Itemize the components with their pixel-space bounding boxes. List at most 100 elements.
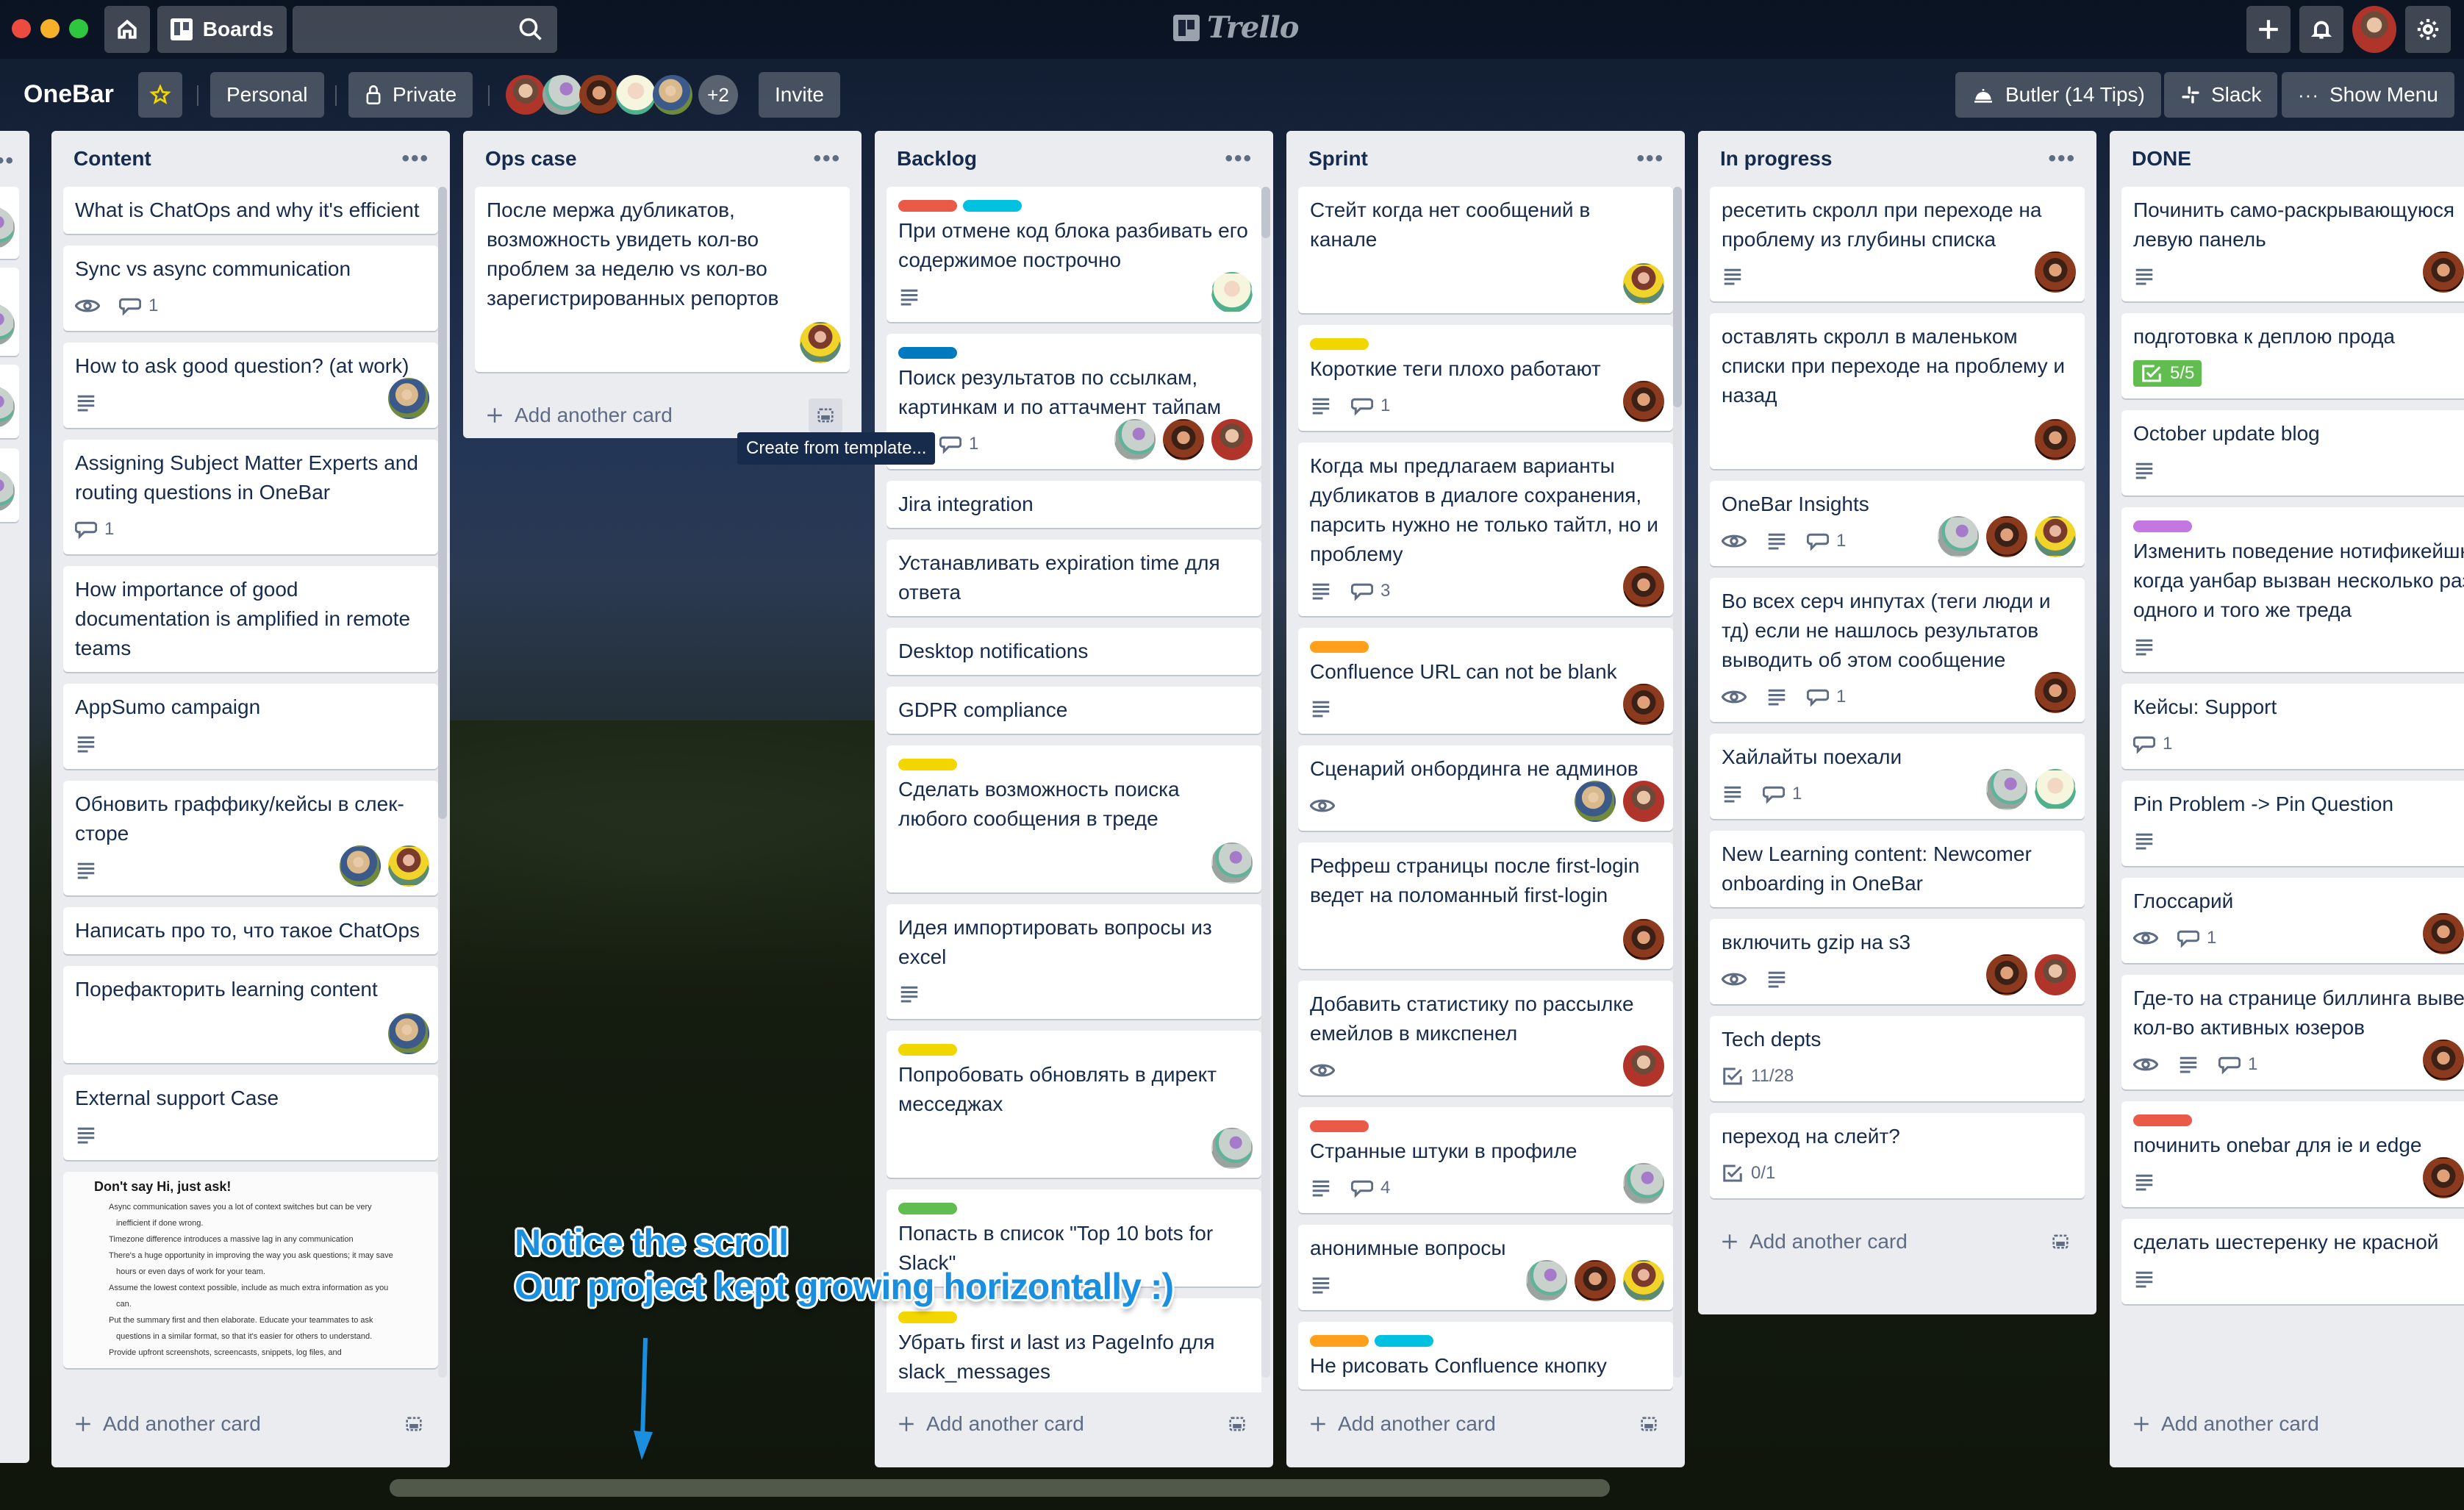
create-from-template-button[interactable]	[397, 1407, 431, 1441]
list-title[interactable]: Ops case	[485, 147, 577, 171]
team-button[interactable]: Personal	[210, 72, 324, 118]
window-zoom-button[interactable]	[69, 19, 88, 38]
card[interactable]	[0, 268, 19, 356]
card[interactable]: Desktop notifications	[887, 628, 1261, 675]
member-avatar[interactable]	[1986, 769, 2027, 810]
member-avatar[interactable]	[1623, 263, 1664, 304]
label-yellow[interactable]	[898, 1312, 957, 1323]
member-avatar[interactable]	[653, 75, 692, 115]
member-avatar[interactable]	[1938, 516, 1979, 557]
member-avatar[interactable]	[800, 322, 841, 363]
member-avatar[interactable]	[1526, 1260, 1567, 1301]
card[interactable]: починить onebar для ie и edge	[2121, 1101, 2464, 1207]
member-avatar[interactable]	[2423, 1040, 2464, 1081]
add-card-button[interactable]: Add another card	[897, 1412, 1084, 1436]
card[interactable]: What is ChatOps and why it's efficient	[63, 187, 438, 234]
card[interactable]: Порефакторить learning content	[63, 966, 438, 1063]
member-avatar[interactable]	[1623, 684, 1664, 725]
card[interactable]: External support Case	[63, 1075, 438, 1160]
member-avatar[interactable]	[1211, 842, 1253, 884]
member-avatar[interactable]	[1986, 954, 2027, 995]
member-avatar[interactable]	[1211, 272, 1253, 313]
slack-button[interactable]: Slack	[2164, 72, 2278, 118]
label-blue[interactable]	[898, 347, 957, 359]
label-green[interactable]	[898, 1203, 957, 1214]
label-sky[interactable]	[963, 200, 1022, 212]
member-avatar[interactable]	[1623, 1163, 1664, 1204]
list-menu-button[interactable]: •••	[813, 148, 841, 170]
list-title[interactable]: Sprint	[1308, 147, 1368, 171]
member-avatar[interactable]	[1986, 516, 2027, 557]
card[interactable]: При отмене код блока разбивать его содер…	[887, 187, 1261, 322]
member-avatar[interactable]	[2035, 769, 2076, 810]
card[interactable]: Обновить граффику/кейсы в слек-сторе	[63, 781, 438, 895]
member-avatar[interactable]	[506, 75, 545, 115]
add-card-button[interactable]: Add another card	[1720, 1230, 1908, 1253]
board-title[interactable]: OneBar	[24, 74, 114, 115]
more-members-button[interactable]: +2	[698, 75, 738, 115]
add-card-button[interactable]: Add another card	[74, 1412, 261, 1436]
member-avatar[interactable]	[340, 845, 381, 887]
list-scrollbar[interactable]	[1673, 187, 1682, 1378]
list-menu-button[interactable]: •••	[2048, 148, 2076, 170]
butler-button[interactable]: Butler (14 Tips)	[1955, 72, 2161, 118]
list-title[interactable]: DONE	[2132, 147, 2191, 171]
window-minimize-button[interactable]	[40, 19, 60, 38]
member-avatar[interactable]	[388, 845, 429, 887]
card[interactable]: Стейт когда нет сообщений в канале	[1298, 187, 1673, 313]
member-avatar[interactable]	[2423, 251, 2464, 293]
trello-logo[interactable]: Trello	[1173, 10, 1299, 45]
card[interactable]: Pin Problem -> Pin Question	[2121, 781, 2464, 866]
label-red[interactable]	[2133, 1114, 2192, 1126]
boards-button[interactable]: Boards	[157, 6, 287, 53]
member-avatar[interactable]	[1211, 419, 1253, 460]
invite-button[interactable]: Invite	[759, 72, 840, 118]
label-orange[interactable]	[1310, 641, 1369, 653]
member-avatar[interactable]	[388, 1013, 429, 1054]
window-close-button[interactable]	[12, 19, 31, 38]
member-avatar[interactable]	[1163, 419, 1204, 460]
create-from-template-button[interactable]	[1220, 1407, 1254, 1441]
card[interactable]	[0, 448, 19, 522]
card[interactable]: сделать шестеренку не красной	[2121, 1219, 2464, 1304]
member-avatar[interactable]	[1623, 781, 1664, 822]
label-orange[interactable]	[1310, 1335, 1369, 1347]
card[interactable]: Assigning Subject Matter Experts and rou…	[63, 440, 438, 554]
list-menu-button[interactable]: •••	[1636, 148, 1664, 170]
list-menu-button[interactable]: •••	[0, 150, 15, 172]
card-cover-image[interactable]: Don't say Hi, just ask! Async communicati…	[63, 1172, 438, 1368]
card[interactable]: Короткие теги плохо работают 1	[1298, 325, 1673, 431]
list-menu-button[interactable]: •••	[401, 148, 429, 170]
member-avatar[interactable]	[2035, 954, 2076, 995]
card[interactable]: включить gzip на s3	[1710, 919, 2085, 1004]
card[interactable]	[0, 187, 19, 259]
card[interactable]: Confluence URL can not be blank	[1298, 628, 1673, 734]
card[interactable]: Глоссарий 1	[2121, 878, 2464, 963]
label-red[interactable]	[1310, 1120, 1369, 1132]
label-red[interactable]	[898, 200, 957, 212]
label-sky[interactable]	[1375, 1335, 1433, 1347]
member-avatar[interactable]	[2423, 913, 2464, 954]
card[interactable]: Поиск результатов по ссылкам, картинкам …	[887, 334, 1261, 469]
add-card-button[interactable]: Add another card	[2132, 1412, 2319, 1436]
card[interactable]: оставлять скролл в маленьком списки при …	[1710, 313, 2085, 469]
list-title[interactable]: Backlog	[897, 147, 977, 171]
board-horizontal-scrollbar[interactable]	[390, 1479, 1610, 1497]
card[interactable]: Хайлайты поехали 1	[1710, 734, 2085, 819]
card[interactable]: Странные штуки в профиле 4	[1298, 1107, 1673, 1213]
create-from-template-button[interactable]	[809, 398, 842, 432]
card[interactable]: Кейсы: Support 1	[2121, 684, 2464, 769]
member-avatar[interactable]	[542, 75, 582, 115]
card[interactable]: How importance of good documentation is …	[63, 566, 438, 672]
member-avatar[interactable]	[2423, 1157, 2464, 1198]
star-button[interactable]	[138, 72, 182, 118]
member-avatar[interactable]	[2035, 419, 2076, 460]
search-input[interactable]	[293, 6, 557, 53]
member-avatar[interactable]	[1623, 1045, 1664, 1087]
card[interactable]: GDPR compliance	[887, 687, 1261, 734]
card[interactable]: Убрать first и last из PageInfo для slac…	[887, 1298, 1261, 1392]
member-avatar[interactable]	[1114, 419, 1156, 460]
card[interactable]: Sync vs async communication 1	[63, 246, 438, 331]
card[interactable]: Сделать возможность поиска любого сообще…	[887, 745, 1261, 892]
member-avatar[interactable]	[2035, 251, 2076, 293]
